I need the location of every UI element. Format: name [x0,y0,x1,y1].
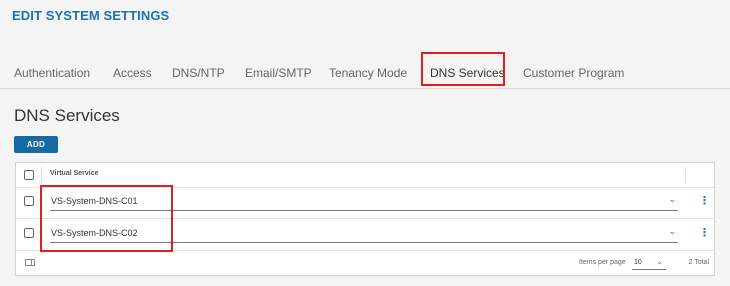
tab-dns-ntp[interactable]: DNS/NTP [172,66,225,80]
rows-highlight-box [40,185,173,252]
row-checkbox[interactable] [24,196,34,206]
tab-authentication[interactable]: Authentication [14,66,90,80]
items-per-page-value: 10 [634,259,642,266]
page-title: EDIT SYSTEM SETTINGS [12,8,170,23]
tab-email-smtp[interactable]: Email/SMTP [245,66,312,80]
chevron-down-icon[interactable]: ⌄ [668,194,676,205]
more-vertical-icon[interactable]: ⋮ [699,194,710,207]
column-divider [685,167,686,183]
tab-tenancy-mode[interactable]: Tenancy Mode [329,66,407,80]
chevron-down-icon[interactable]: ⌄ [668,226,676,237]
tab-access[interactable]: Access [113,66,152,80]
column-toggle-icon[interactable] [25,259,35,266]
column-divider [41,167,42,183]
section-title: DNS Services [14,106,120,125]
items-per-page-select[interactable]: 10 ⌄ [632,256,666,270]
tab-highlight-box [421,52,505,86]
chevron-down-icon: ⌄ [656,257,663,266]
select-all-checkbox[interactable] [24,170,34,180]
tab-bar: Authentication Access DNS/NTP Email/SMTP… [0,52,730,89]
add-button[interactable]: ADD [14,136,58,153]
tab-customer-program[interactable]: Customer Program [523,66,624,80]
items-per-page-label: Items per page [579,259,626,266]
more-vertical-icon[interactable]: ⋮ [699,226,710,239]
row-checkbox[interactable] [24,228,34,238]
column-header-virtual-service[interactable]: Virtual Service [50,170,99,177]
grid-footer: Items per page 10 ⌄ 2 Total [16,251,714,275]
total-count: 2 Total [688,259,710,266]
